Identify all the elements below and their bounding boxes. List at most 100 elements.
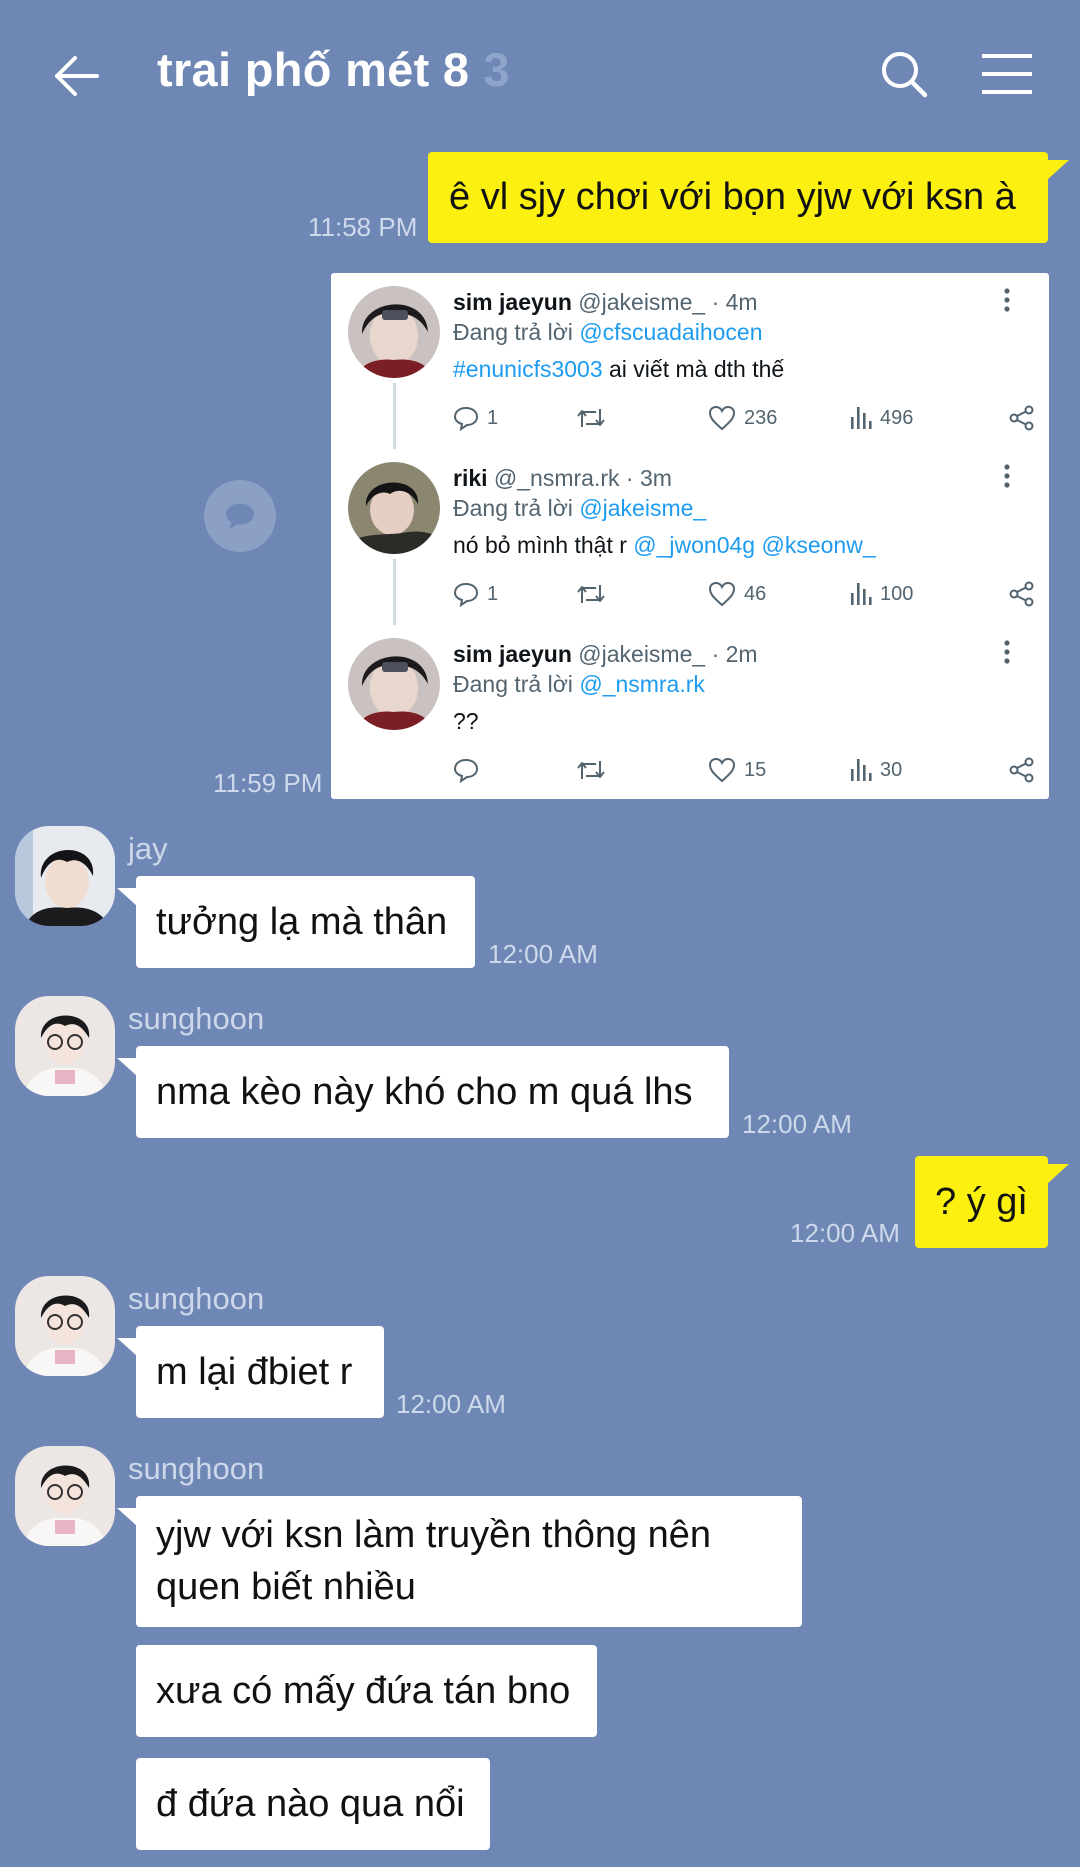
share-icon [1009, 405, 1034, 431]
member-count: 3 [483, 43, 510, 96]
bubble-tail [117, 1058, 137, 1076]
reply-action[interactable] [453, 755, 479, 785]
bubble-tail [117, 888, 137, 906]
reply-count: 1 [487, 406, 499, 429]
reply-icon [453, 406, 479, 431]
reply-info: Đang trả lời @_nsmra.rk [453, 671, 705, 698]
message-time: 12:00 AM [488, 939, 598, 969]
retweet-icon [577, 585, 605, 603]
retweet-action[interactable] [576, 579, 606, 609]
reply-icon [453, 582, 479, 607]
retweet-action[interactable] [576, 755, 606, 785]
like-action[interactable]: 46 [708, 579, 766, 609]
views-count: 100 [880, 582, 914, 605]
tweet-text: nó bỏ mình thật r @_jwon04g @kseonw_ [453, 532, 876, 559]
more-options-icon[interactable] [1000, 639, 1014, 665]
their-message-bubble[interactable]: nma kèo này khó cho m quá lhs [136, 1046, 729, 1138]
views-chart-icon [851, 407, 872, 429]
mention-link[interactable]: @kseonw_ [762, 532, 876, 558]
reply-prefix: Đang trả lời [453, 319, 580, 345]
avatar-jay[interactable] [15, 826, 115, 926]
tweet-text: ?? [453, 708, 479, 735]
avatar-sunghoon[interactable] [15, 1446, 115, 1546]
chat-title: trai phố mét 83 [157, 42, 510, 97]
tweet: sim jaeyun @jakeisme_ · 2m Đang trả lời … [331, 625, 1049, 799]
message-text: ? ý gì [935, 1181, 1028, 1223]
views-action[interactable]: 496 [850, 403, 913, 433]
message-text-line: quen biết nhiều [156, 1566, 416, 1608]
more-options-icon[interactable] [1000, 463, 1014, 489]
sender-name: sunghoon [128, 1281, 265, 1316]
reply-to-link[interactable]: @_nsmra.rk [579, 671, 705, 697]
reply-to-link[interactable]: @cfscuadaihocen [579, 319, 762, 345]
reply-info: Đang trả lời @jakeisme_ [453, 495, 706, 522]
like-count: 236 [744, 406, 778, 429]
sender-name: sunghoon [128, 1001, 265, 1036]
message-text: nma kèo này khó cho m quá lhs [156, 1071, 693, 1113]
tweet-actions: 1 46 100 [453, 579, 1036, 609]
reply-prefix: Đang trả lời [453, 495, 580, 521]
more-options-icon[interactable] [1000, 287, 1014, 313]
tweet-body-text: nó bỏ mình thật r [453, 532, 634, 558]
their-message-bubble[interactable]: m lại đbiet r [136, 1326, 384, 1418]
search-button[interactable] [870, 40, 938, 108]
message-text: m lại đbiet r [156, 1351, 353, 1393]
like-count: 46 [744, 582, 767, 605]
message-time: 12:00 AM [790, 1218, 900, 1248]
my-message-bubble[interactable]: ? ý gì [915, 1156, 1048, 1248]
like-action[interactable]: 15 [708, 755, 766, 785]
reply-action[interactable]: 1 [453, 579, 498, 609]
tweet-body-text: ?? [453, 708, 479, 734]
tweet-actions: 15 30 [453, 755, 1036, 785]
heart-icon [708, 405, 736, 431]
share-action[interactable] [1008, 403, 1036, 433]
avatar [348, 462, 440, 554]
tweet-actions: 1 236 496 [453, 403, 1036, 433]
tweet-text: #enunicfs3003 ai viết mà dth thế [453, 356, 784, 383]
share-icon [1009, 757, 1034, 783]
avatar-sunghoon[interactable] [15, 996, 115, 1096]
sender-name: jay [128, 831, 168, 866]
share-comment-button[interactable] [204, 480, 276, 552]
mention-link[interactable]: @_jwon04g [633, 532, 755, 558]
message-text: ê vl sjy chơi với bọn yjw với ksn à [449, 176, 1016, 218]
retweet-icon [577, 761, 605, 779]
tweet-author: riki [453, 465, 488, 491]
bubble-tail [1047, 160, 1069, 180]
views-count: 496 [880, 406, 914, 429]
their-message-bubble[interactable]: tưởng lạ mà thân [136, 876, 475, 968]
message-text-line: yjw với ksn làm truyền thông nên [156, 1514, 712, 1556]
like-action[interactable]: 236 [708, 403, 777, 433]
views-action[interactable]: 30 [850, 755, 902, 785]
chat-bubble-icon [226, 503, 254, 529]
retweet-icon [577, 409, 605, 427]
tweet-header: sim jaeyun @jakeisme_ · 2m [453, 641, 758, 668]
share-action[interactable] [1008, 755, 1036, 785]
tweet-screenshot-card[interactable]: sim jaeyun @jakeisme_ · 4m Đang trả lời … [331, 273, 1049, 799]
reply-icon [453, 758, 479, 783]
reply-action[interactable]: 1 [453, 403, 498, 433]
reply-prefix: Đang trả lời [453, 671, 580, 697]
back-button[interactable] [40, 40, 112, 112]
their-message-bubble[interactable]: xưa có mấy đứa tán bno [136, 1645, 597, 1737]
views-action[interactable]: 100 [850, 579, 913, 609]
hamburger-menu-icon [982, 54, 1032, 94]
reply-info: Đang trả lời @cfscuadaihocen [453, 319, 763, 346]
reply-to-link[interactable]: @jakeisme_ [579, 495, 706, 521]
heart-icon [708, 581, 736, 607]
their-message-bubble[interactable]: đ đứa nào qua nổi [136, 1758, 490, 1850]
tweet-handle: @_nsmra.rk · 3m [493, 465, 672, 491]
message-text: đ đứa nào qua nổi [156, 1783, 465, 1825]
heart-icon [708, 757, 736, 783]
share-icon [1009, 581, 1034, 607]
hashtag-link[interactable]: #enunicfs3003 [453, 356, 603, 382]
retweet-action[interactable] [576, 403, 606, 433]
their-message-bubble[interactable]: yjw với ksn làm truyền thông nên quen bi… [136, 1496, 802, 1627]
share-action[interactable] [1008, 579, 1036, 609]
views-chart-icon [851, 583, 872, 605]
my-message-bubble[interactable]: ê vl sjy chơi với bọn yjw với ksn à [428, 152, 1048, 243]
menu-button[interactable] [975, 40, 1039, 108]
tweet-author: sim jaeyun [453, 289, 572, 315]
avatar-sunghoon[interactable] [15, 1276, 115, 1376]
tweet: riki @_nsmra.rk · 3m Đang trả lời @jakei… [331, 449, 1049, 625]
